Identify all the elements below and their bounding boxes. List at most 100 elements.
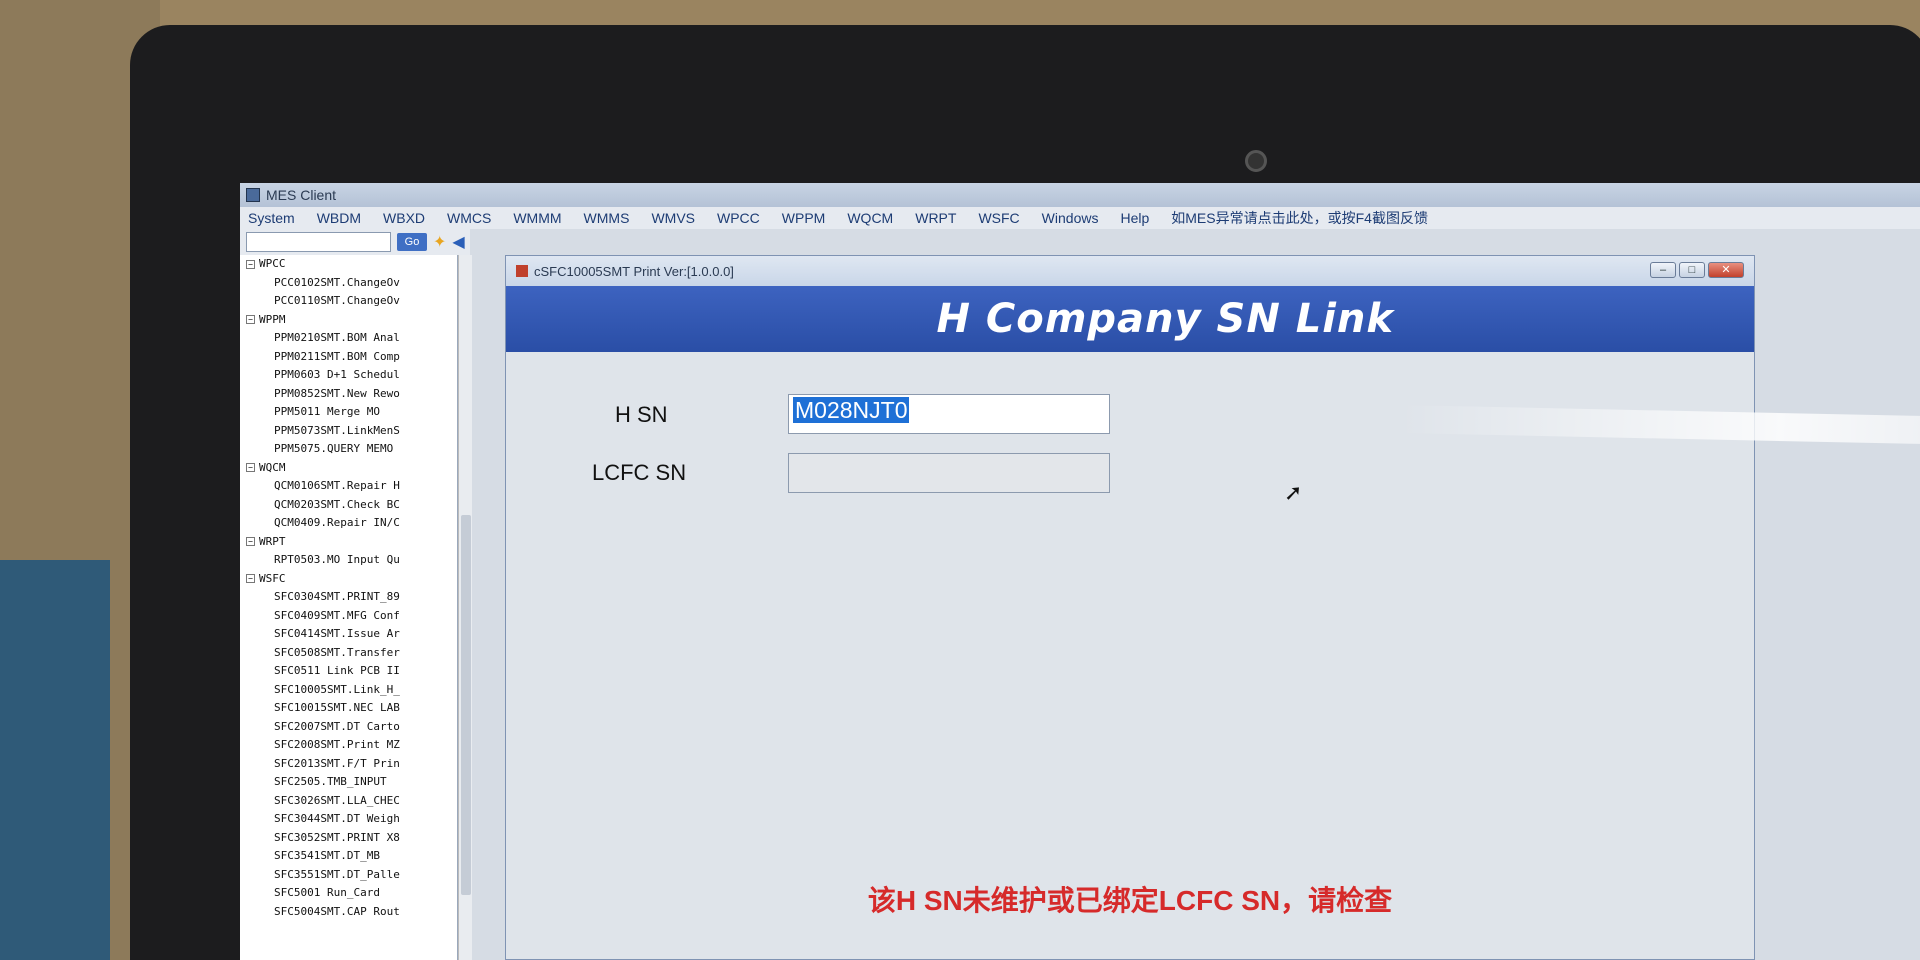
tree-item[interactable]: SFC0414SMT.Issue Ar xyxy=(240,625,457,644)
tree-item[interactable]: SFC3541SMT.DT_MB xyxy=(240,847,457,866)
tree-item[interactable]: PPM5011 Merge MO xyxy=(240,403,457,422)
tree-label: PPM5011 Merge MO xyxy=(274,405,380,418)
tree-label: SFC2007SMT.DT Carto xyxy=(274,719,400,733)
menubar: System WBDM WBXD WMCS WMMM WMMS WMVS WPCC WPPM WQ… xyxy=(240,207,1920,229)
maximize-button[interactable]: □ xyxy=(1679,262,1705,278)
tree-item[interactable]: PPM5075.QUERY MEMO xyxy=(240,440,457,459)
minimize-button[interactable]: – xyxy=(1650,262,1676,278)
tree-scrollbar[interactable] xyxy=(458,255,472,960)
collapse-icon[interactable]: − xyxy=(246,537,255,546)
function-tree: − WPCC PCC0102SMT.ChangeOv PCC0110SMT.Chang… xyxy=(240,255,458,960)
tree-item[interactable]: SFC3044SMT.DT Weigh xyxy=(240,810,457,829)
menu-item[interactable]: WBXD xyxy=(383,210,425,226)
tree-label: SFC10015SMT.NEC LAB xyxy=(274,701,400,714)
tree-item[interactable]: PPM5073SMT.LinkMenS xyxy=(240,422,457,441)
banner-title: H Company SN Link xyxy=(936,296,1394,342)
tree-label: PPM5075.QUERY MEMO xyxy=(274,442,394,455)
tree-label: WPCC xyxy=(259,257,286,270)
tree-group[interactable]: − WQCM xyxy=(240,459,457,478)
tree-label: WSFC xyxy=(259,571,286,585)
tree-label: QCM0106SMT.Repair H xyxy=(274,479,400,492)
tree-item[interactable]: SFC2008SMT.Print MZ xyxy=(240,736,457,755)
collapse-icon[interactable]: − xyxy=(246,259,255,269)
menu-item[interactable]: WMCS xyxy=(447,210,491,226)
collapse-icon[interactable]: − xyxy=(246,463,255,472)
tree-label: SFC10005SMT.Link_H_ xyxy=(274,682,400,696)
tree-item[interactable]: SFC3026SMT.LLA_CHEC xyxy=(240,792,457,811)
tree-item[interactable]: SFC0508SMT.Transfer xyxy=(240,644,457,663)
tree-item[interactable]: SFC10005SMT.Link_H_ xyxy=(240,681,457,700)
tree-label: SFC5004SMT.CAP Rout xyxy=(274,904,400,918)
close-button[interactable]: ✕ xyxy=(1708,262,1744,278)
tree-item[interactable]: RPT0503.MO Input Qu xyxy=(240,551,457,570)
tree-label: PPM5073SMT.LinkMenS xyxy=(274,423,400,437)
tree-scrollbar-thumb[interactable] xyxy=(461,515,471,895)
menu-item[interactable]: WMVS xyxy=(651,210,695,226)
toolbar: Go ✦ ◀ xyxy=(240,229,470,255)
tree-group[interactable]: − WPCC xyxy=(240,255,457,274)
tree-item[interactable]: SFC5004SMT.CAP Rout xyxy=(240,903,457,922)
tree-item[interactable]: SFC3551SMT.DT_Palle xyxy=(240,866,457,885)
tree-item[interactable]: SFC5001 Run_Card xyxy=(240,884,457,903)
menu-item[interactable]: Windows xyxy=(1042,210,1099,226)
background-circuit-board xyxy=(0,560,110,960)
app-icon xyxy=(246,188,260,202)
hsn-input[interactable]: M028NJT0 xyxy=(788,394,1110,434)
menu-item[interactable]: WQCM xyxy=(847,210,893,226)
tree-label: PPM0852SMT.New Rewo xyxy=(274,386,400,400)
tree-label: QCM0203SMT.Check BC xyxy=(274,497,400,511)
function-search-input[interactable] xyxy=(246,232,391,252)
menu-item[interactable]: System xyxy=(248,210,295,226)
collapse-icon[interactable]: − xyxy=(246,574,255,583)
tree-item[interactable]: SFC2013SMT.F/T Prin xyxy=(240,755,457,774)
tree-group[interactable]: − WRPT xyxy=(240,533,457,552)
tree-item[interactable]: QCM0409.Repair IN/C xyxy=(240,514,457,533)
tree-label: SFC2008SMT.Print MZ xyxy=(274,738,400,751)
tree-group[interactable]: − WPPM xyxy=(240,311,457,330)
tree-item[interactable]: PCC0110SMT.ChangeOv xyxy=(240,292,457,311)
tree-group[interactable]: − WSFC xyxy=(240,570,457,589)
tree-item[interactable]: SFC0511 Link PCB II xyxy=(240,662,457,681)
tree-item[interactable]: PPM0603 D+1 Schedul xyxy=(240,366,457,385)
go-button[interactable]: Go xyxy=(397,233,427,251)
tree-item[interactable]: PPM0210SMT.BOM Anal xyxy=(240,329,457,348)
tree-item[interactable]: PPM0852SMT.New Rewo xyxy=(240,385,457,404)
tree-item[interactable]: SFC2505.TMB_INPUT xyxy=(240,773,457,792)
menu-item[interactable]: WPPM xyxy=(782,210,826,226)
window-controls: – □ ✕ xyxy=(1650,262,1744,278)
screen: MES Client System WBDM WBXD WMCS WMMM WMMS WMV… xyxy=(240,183,1920,960)
collapse-icon[interactable]: − xyxy=(246,315,255,324)
tree-label: PCC0110SMT.ChangeOv xyxy=(274,294,400,307)
tree-item[interactable]: SFC3052SMT.PRINT X8 xyxy=(240,829,457,848)
tree-item[interactable]: SFC2007SMT.DT Carto xyxy=(240,718,457,737)
tree-item[interactable]: PCC0102SMT.ChangeOv xyxy=(240,274,457,293)
menu-item[interactable]: WPCC xyxy=(717,210,760,226)
menu-item[interactable]: WMMM xyxy=(513,210,561,226)
tree-item[interactable]: PPM0211SMT.BOM Comp xyxy=(240,348,457,367)
form-body: H SN M028NJT0 LCFC SN ➚ 该H SN未维护或已绑定LCFC… xyxy=(506,352,1754,959)
menu-item[interactable]: WMMS xyxy=(584,210,630,226)
tree-item[interactable]: QCM0106SMT.Repair H xyxy=(240,477,457,496)
menu-item[interactable]: WSFC xyxy=(978,210,1019,226)
tree-item[interactable]: SFC10015SMT.NEC LAB xyxy=(240,699,457,718)
tree-label: SFC0414SMT.Issue Ar xyxy=(274,627,400,640)
menu-item[interactable]: Help xyxy=(1120,210,1149,226)
menu-item[interactable]: WBDM xyxy=(317,210,361,226)
tree-item[interactable]: SFC0409SMT.MFG Conf xyxy=(240,607,457,626)
back-arrow-icon[interactable]: ◀ xyxy=(452,232,464,252)
app-titlebar: MES Client xyxy=(240,183,1920,207)
tree-label: WRPT xyxy=(259,534,286,548)
lcfc-sn-input[interactable] xyxy=(788,453,1110,493)
star-icon[interactable]: ✦ xyxy=(433,232,446,252)
tree-item[interactable]: SFC0304SMT.PRINT_89 xyxy=(240,588,457,607)
tree-item[interactable]: QCM0203SMT.Check BC xyxy=(240,496,457,515)
hsn-input-value: M028NJT0 xyxy=(793,397,910,423)
tree-label: WPPM xyxy=(259,312,286,326)
tree-label: PPM0211SMT.BOM Comp xyxy=(274,349,400,363)
tree-label: SFC5001 Run_Card xyxy=(274,886,380,899)
menu-item[interactable]: 如MES异常请点击此处，或按F4截图反馈 xyxy=(1171,208,1428,228)
menu-item[interactable]: WRPT xyxy=(915,210,956,226)
tree-label: SFC0508SMT.Transfer xyxy=(274,645,400,659)
child-window-titlebar: cSFC10005SMT Print Ver:[1.0.0.0] – □ ✕ xyxy=(506,256,1754,286)
tree-label: SFC3052SMT.PRINT X8 xyxy=(274,830,400,844)
